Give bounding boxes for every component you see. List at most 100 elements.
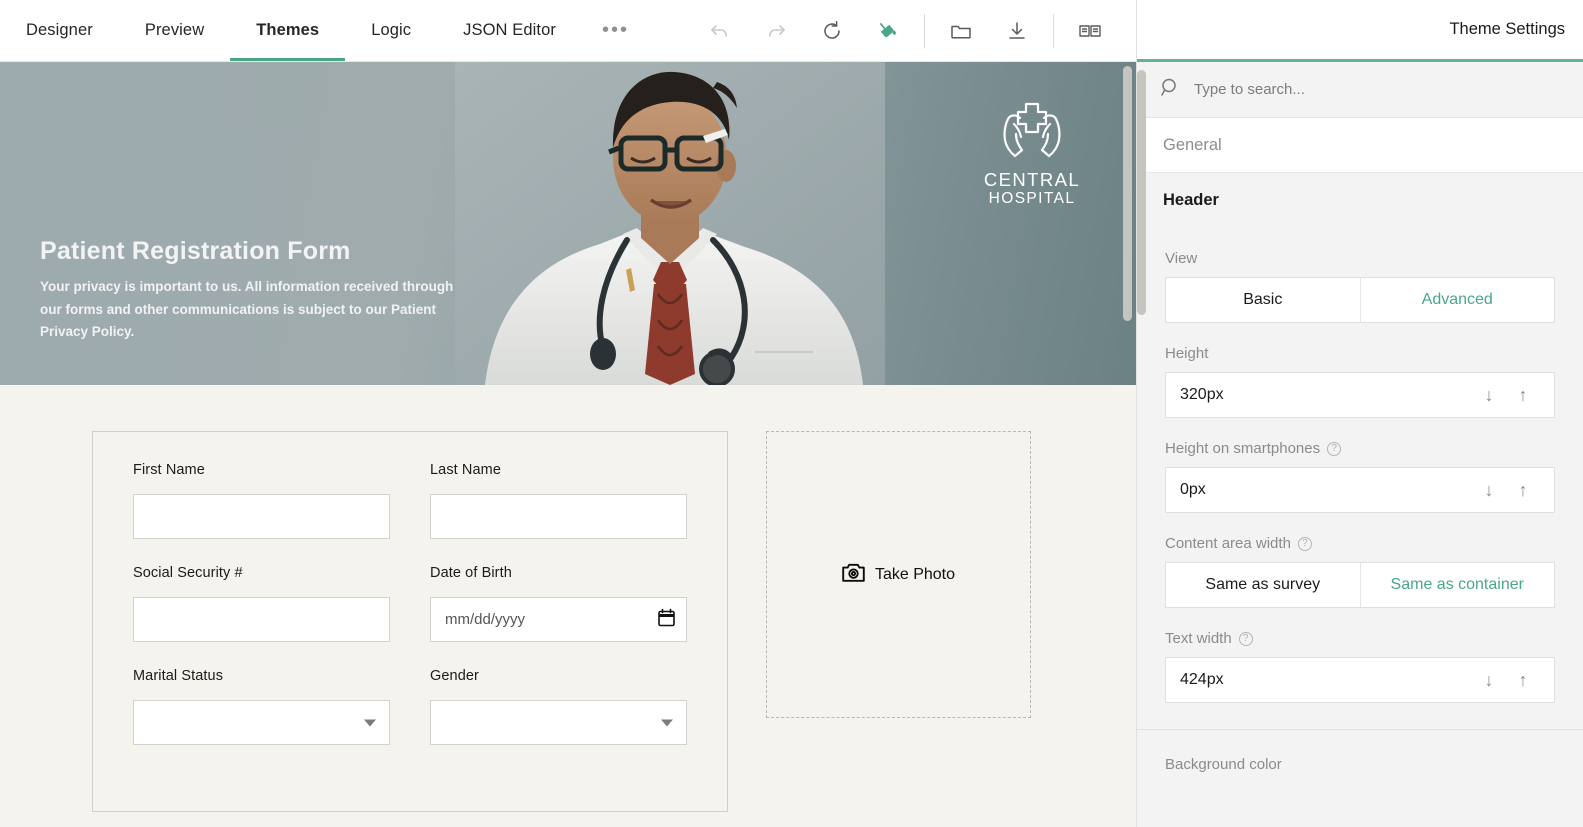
content-width-option-same-as-container-label: Same as container bbox=[1390, 576, 1524, 593]
field-gender-wrap[interactable] bbox=[430, 700, 687, 745]
redo-button[interactable] bbox=[748, 0, 804, 62]
field-marital-status-label: Marital Status bbox=[133, 668, 224, 684]
survey-body: First Name Last Name Social Security # D… bbox=[0, 385, 1136, 827]
survey-creator-pane: Designer Preview Themes Logic JSON Edito… bbox=[0, 0, 1137, 827]
help-icon[interactable]: ? bbox=[1238, 631, 1253, 646]
field-marital-status-wrap[interactable] bbox=[133, 700, 390, 745]
social-security-input[interactable] bbox=[133, 597, 390, 642]
content-width-option-same-as-survey[interactable]: Same as survey bbox=[1166, 563, 1360, 607]
settings-search-input[interactable] bbox=[1192, 80, 1522, 99]
creator-toolbar bbox=[692, 0, 1136, 61]
tab-list: Designer Preview Themes Logic JSON Edito… bbox=[0, 0, 649, 61]
settings-section-general[interactable]: General bbox=[1137, 118, 1583, 173]
text-width-decrement-button[interactable]: ↓ bbox=[1472, 670, 1506, 691]
logo-sub: HOSPITAL bbox=[988, 190, 1076, 207]
text-width-value[interactable]: 424px bbox=[1180, 671, 1472, 689]
height-increment-button[interactable]: ↑ bbox=[1506, 385, 1540, 406]
height-smartphones-value[interactable]: 0px bbox=[1180, 481, 1472, 499]
theme-editor-app: Designer Preview Themes Logic JSON Edito… bbox=[0, 0, 1583, 827]
folder-open-icon bbox=[949, 19, 973, 43]
book-icon bbox=[1077, 19, 1103, 43]
download-button[interactable] bbox=[989, 0, 1045, 62]
date-of-birth-input[interactable] bbox=[430, 597, 687, 642]
height-spinner[interactable]: 320px ↓ ↑ bbox=[1165, 372, 1555, 418]
reset-icon bbox=[820, 19, 844, 43]
banner-text-block: Patient Registration Form Your privacy i… bbox=[40, 237, 470, 344]
last-name-input[interactable] bbox=[430, 494, 687, 539]
prop-height-smartphones-label: Height on smartphones ? bbox=[1165, 440, 1555, 457]
tab-overflow-menu[interactable]: ••• bbox=[582, 0, 649, 61]
settings-search-row bbox=[1137, 62, 1583, 118]
preview-book-button[interactable] bbox=[1062, 0, 1118, 62]
field-last-name: Last Name bbox=[430, 462, 687, 539]
height-smartphones-spinner[interactable]: 0px ↓ ↑ bbox=[1165, 467, 1555, 513]
redo-icon bbox=[764, 19, 788, 43]
tab-themes-label: Themes bbox=[256, 21, 320, 39]
text-width-spinner[interactable]: 424px ↓ ↑ bbox=[1165, 657, 1555, 703]
open-file-button[interactable] bbox=[933, 0, 989, 62]
view-option-basic[interactable]: Basic bbox=[1166, 278, 1360, 322]
text-width-increment-button[interactable]: ↑ bbox=[1506, 670, 1540, 691]
settings-section-header[interactable]: Header bbox=[1137, 173, 1583, 228]
top-tabbar: Designer Preview Themes Logic JSON Edito… bbox=[0, 0, 1136, 62]
first-name-input[interactable] bbox=[133, 494, 390, 539]
header-settings-panel: View Basic Advanced Height 320px ↓ ↑ Hei… bbox=[1137, 228, 1583, 730]
theme-settings-pane: Theme Settings General Header bbox=[1137, 0, 1583, 827]
settings-scrollbar[interactable] bbox=[1137, 62, 1146, 827]
content-area-width-toggle-group: Same as survey Same as container bbox=[1165, 562, 1555, 608]
tab-logic[interactable]: Logic bbox=[345, 0, 437, 61]
field-grid: First Name Last Name Social Security # D… bbox=[133, 462, 687, 771]
survey-title: Patient Registration Form bbox=[40, 237, 351, 265]
gender-select[interactable] bbox=[430, 700, 687, 745]
theme-fill-button[interactable] bbox=[860, 0, 916, 62]
tab-json-editor[interactable]: JSON Editor bbox=[437, 0, 582, 61]
prop-view: View Basic Advanced bbox=[1165, 250, 1555, 323]
field-gender: Gender bbox=[430, 668, 687, 745]
marital-status-select[interactable] bbox=[133, 700, 390, 745]
prop-height: Height 320px ↓ ↑ bbox=[1165, 345, 1555, 418]
creator-scrollbar-thumb[interactable] bbox=[1123, 66, 1132, 321]
field-first-name-label: First Name bbox=[133, 462, 205, 478]
view-toggle-group: Basic Advanced bbox=[1165, 277, 1555, 323]
take-photo-dropzone[interactable]: Take Photo bbox=[766, 431, 1031, 718]
hands-cross-icon bbox=[986, 102, 1078, 164]
tab-themes[interactable]: Themes bbox=[230, 0, 346, 61]
view-option-advanced-label: Advanced bbox=[1421, 291, 1493, 308]
field-last-name-label: Last Name bbox=[430, 462, 502, 478]
tab-logic-label: Logic bbox=[371, 21, 412, 39]
prop-height-smartphones: Height on smartphones ? 0px ↓ ↑ bbox=[1165, 440, 1555, 513]
settings-scrollbar-thumb[interactable] bbox=[1137, 70, 1146, 315]
prop-text-width-label-text: Text width bbox=[1165, 630, 1232, 647]
undo-icon bbox=[708, 19, 732, 43]
undo-button[interactable] bbox=[692, 0, 748, 62]
search-icon bbox=[1161, 78, 1180, 102]
field-date-of-birth: Date of Birth bbox=[430, 565, 687, 642]
height-smartphones-decrement-button[interactable]: ↓ bbox=[1472, 480, 1506, 501]
view-option-advanced[interactable]: Advanced bbox=[1359, 278, 1555, 322]
theme-settings-scrollarea: General Header View Basic Advanced bbox=[1137, 62, 1583, 827]
tab-designer[interactable]: Designer bbox=[0, 0, 119, 61]
field-first-name-wrap bbox=[133, 494, 390, 539]
tab-preview[interactable]: Preview bbox=[119, 0, 230, 61]
settings-section-general-label: General bbox=[1163, 135, 1222, 154]
camera-icon bbox=[842, 562, 865, 588]
help-icon[interactable]: ? bbox=[1297, 536, 1312, 551]
doctor-photo bbox=[455, 62, 885, 385]
tab-designer-label: Designer bbox=[26, 21, 93, 39]
help-icon[interactable]: ? bbox=[1327, 441, 1342, 456]
height-decrement-button[interactable]: ↓ bbox=[1472, 385, 1506, 406]
height-value[interactable]: 320px bbox=[1180, 386, 1472, 404]
field-social-security: Social Security # bbox=[133, 565, 390, 642]
settings-section-header-label: Header bbox=[1163, 191, 1219, 209]
survey-description: Your privacy is important to us. All inf… bbox=[40, 279, 454, 339]
field-social-security-label: Social Security # bbox=[133, 565, 243, 581]
reset-theme-button[interactable] bbox=[804, 0, 860, 62]
content-width-option-same-as-container[interactable]: Same as container bbox=[1359, 563, 1555, 607]
field-gender-label: Gender bbox=[430, 668, 479, 684]
tab-overflow-label: ••• bbox=[601, 19, 629, 41]
field-marital-status: Marital Status bbox=[133, 668, 390, 745]
height-smartphones-increment-button[interactable]: ↑ bbox=[1506, 480, 1540, 501]
tab-preview-label: Preview bbox=[144, 21, 205, 39]
field-date-of-birth-wrap bbox=[430, 597, 687, 642]
creator-scrollbar[interactable] bbox=[1123, 66, 1132, 823]
